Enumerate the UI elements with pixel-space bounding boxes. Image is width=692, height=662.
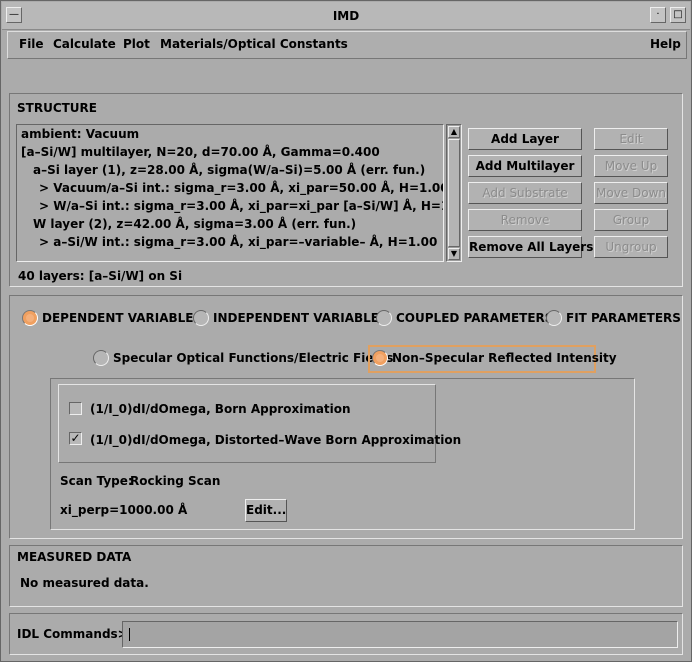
menu-help[interactable]: Help	[650, 37, 681, 51]
menu-plot[interactable]: Plot	[123, 37, 150, 51]
tab-coupled-parameters-radio[interactable]	[376, 310, 392, 326]
group-button[interactable]: Group	[594, 209, 668, 231]
mode-non-specular-radio[interactable]	[372, 350, 388, 366]
remove-button[interactable]: Remove	[468, 209, 582, 231]
intensity-options-box	[58, 384, 436, 463]
ungroup-button[interactable]: Ungroup	[594, 236, 668, 258]
structure-header: STRUCTURE	[17, 101, 97, 115]
mode-specular[interactable]: Specular Optical Functions/Electric Fiel…	[113, 351, 393, 365]
tab-independent-variables-radio[interactable]	[193, 310, 209, 326]
text-cursor	[129, 628, 130, 641]
list-item[interactable]: [a–Si/W] multilayer, N=20, d=70.00 Å, Ga…	[21, 145, 380, 159]
menu-bar: File Calculate Plot Materials/Optical Co…	[7, 31, 687, 59]
structure-summary: 40 layers: [a–Si/W] on Si	[18, 269, 183, 283]
list-item[interactable]: ambient: Vacuum	[21, 127, 139, 141]
dwba-label[interactable]: (1/I_0)dI/dOmega, Distorted–Wave Born Ap…	[90, 433, 461, 447]
xi-perp-value: xi_perp=1000.00 Å	[60, 503, 188, 517]
tab-dependent-variables-radio[interactable]	[22, 310, 38, 326]
window-title: IMD	[332, 9, 360, 23]
add-layer-button[interactable]: Add Layer	[468, 128, 582, 150]
tab-dependent-variables[interactable]: DEPENDENT VARIABLES	[42, 311, 202, 325]
born-approx-checkbox[interactable]	[69, 402, 82, 415]
title-bar: — IMD · □	[2, 2, 690, 30]
born-approx-label[interactable]: (1/I_0)dI/dOmega, Born Approximation	[90, 402, 351, 416]
scroll-thumb[interactable]	[448, 139, 460, 247]
xi-perp-edit-button[interactable]: Edit...	[245, 499, 287, 522]
scan-type-value: Rocking Scan	[130, 474, 221, 488]
move-up-button[interactable]: Move Up	[594, 155, 668, 177]
maximize-icon[interactable]: □	[670, 7, 686, 23]
tab-fit-parameters-radio[interactable]	[546, 310, 562, 326]
scroll-down-icon[interactable]: ▼	[448, 248, 460, 260]
idl-command-input[interactable]	[122, 621, 678, 648]
imd-window: — IMD · □ File Calculate Plot Materials/…	[0, 0, 692, 662]
remove-all-layers-button[interactable]: Remove All Layers	[468, 236, 593, 258]
add-substrate-button[interactable]: Add Substrate	[468, 182, 582, 204]
structure-list[interactable]: ambient: Vacuum [a–Si/W] multilayer, N=2…	[16, 124, 444, 262]
list-item[interactable]: a–Si layer (1), z=28.00 Å, sigma(W/a–Si)…	[33, 163, 425, 177]
tab-independent-variables[interactable]: INDEPENDENT VARIABLES	[213, 311, 388, 325]
list-item[interactable]: W layer (2), z=42.00 Å, sigma=3.00 Å (er…	[33, 217, 356, 231]
tab-coupled-parameters[interactable]: COUPLED PARAMETERS	[396, 311, 553, 325]
minimize-icon[interactable]: ·	[650, 7, 666, 23]
list-item[interactable]: > Vacuum/a–Si int.: sigma_r=3.00 Å, xi_p…	[39, 181, 443, 195]
edit-layer-button[interactable]: Edit	[594, 128, 668, 150]
menu-calculate[interactable]: Calculate	[53, 37, 116, 51]
measured-data-header: MEASURED DATA	[17, 550, 132, 564]
structure-scrollbar[interactable]: ▲ ▼	[446, 124, 462, 262]
measured-data-text: No measured data.	[20, 576, 149, 590]
idl-commands-label: IDL Commands>	[17, 627, 128, 641]
mode-non-specular[interactable]: Non–Specular Reflected Intensity	[392, 351, 617, 365]
move-down-button[interactable]: Move Down	[594, 182, 668, 204]
menu-materials[interactable]: Materials/Optical Constants	[160, 37, 348, 51]
tab-fit-parameters[interactable]: FIT PARAMETERS	[566, 311, 681, 325]
list-item[interactable]: > W/a–Si int.: sigma_r=3.00 Å, xi_par=xi…	[39, 199, 443, 213]
list-item[interactable]: > a–Si/W int.: sigma_r=3.00 Å, xi_par=–v…	[39, 235, 437, 249]
add-multilayer-button[interactable]: Add Multilayer	[468, 155, 582, 177]
scan-type-label: Scan Type:	[60, 474, 133, 488]
mode-specular-radio[interactable]	[93, 350, 109, 366]
scroll-up-icon[interactable]: ▲	[448, 126, 460, 138]
menu-file[interactable]: File	[19, 37, 44, 51]
dwba-checkbox[interactable]: ✓	[69, 432, 82, 445]
